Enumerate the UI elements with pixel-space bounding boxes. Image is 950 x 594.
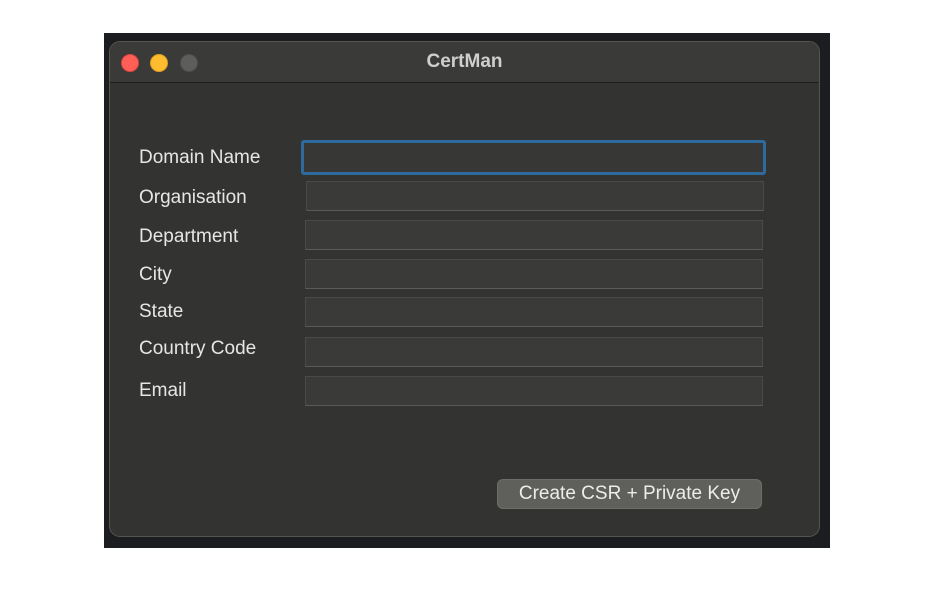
department-input[interactable]: [305, 220, 763, 250]
city-label: City: [139, 264, 172, 285]
organisation-input[interactable]: [306, 181, 764, 211]
email-label: Email: [139, 380, 187, 401]
email-input[interactable]: [305, 376, 763, 406]
department-label: Department: [139, 226, 239, 247]
domain-name-label: Domain Name: [139, 147, 261, 168]
state-input[interactable]: [305, 297, 763, 327]
create-csr-button[interactable]: Create CSR + Private Key: [497, 479, 762, 509]
certman-window: CertMan Domain Name Organisation Departm…: [109, 41, 820, 537]
domain-name-input[interactable]: [301, 140, 766, 175]
state-label: State: [139, 301, 184, 322]
organisation-label: Organisation: [139, 187, 247, 208]
city-input[interactable]: [305, 259, 763, 289]
country-code-label: Country Code: [139, 338, 257, 359]
title-bar[interactable]: CertMan: [110, 42, 819, 83]
country-code-input[interactable]: [305, 337, 763, 367]
window-title: CertMan: [426, 51, 503, 72]
